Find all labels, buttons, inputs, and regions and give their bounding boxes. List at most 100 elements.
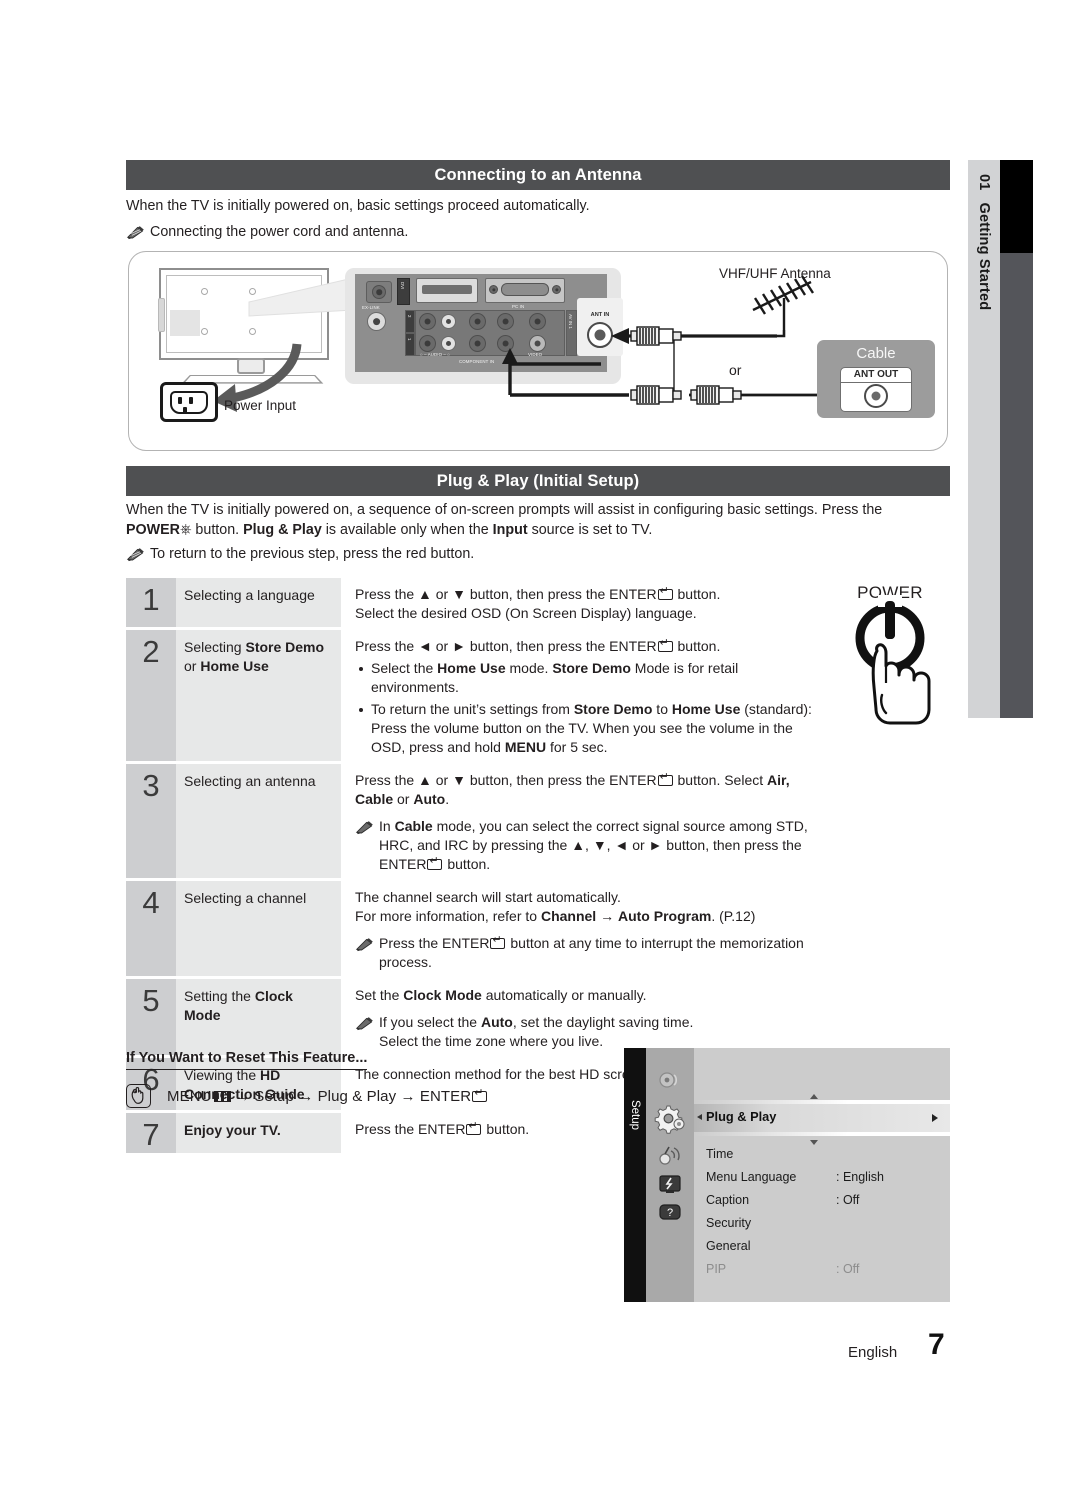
- osd-scroll-down-caret[interactable]: [810, 1140, 818, 1145]
- osd-item-general[interactable]: General: [706, 1239, 750, 1253]
- step-bullet: To return the unit’s settings from Store…: [355, 700, 826, 757]
- side-tab-number: 01: [976, 174, 992, 191]
- step-note: If you select the Auto, set the daylight…: [355, 1013, 826, 1051]
- or-label: or: [729, 362, 742, 378]
- component-pb-jack-2: [497, 313, 514, 330]
- footer-language: English: [848, 1344, 898, 1361]
- step-description: Press the ◄ or ► button, then press the …: [341, 630, 826, 761]
- osd-help-icon: ?: [659, 1204, 681, 1220]
- pc-in-screw-right: [552, 285, 561, 294]
- step-bullet: Select the Home Use mode. Store Demo Mod…: [355, 659, 826, 697]
- enter-key-icon: [657, 772, 673, 786]
- pencil-note-icon: [355, 821, 373, 835]
- antenna-note: Connecting the power cord and antenna.: [126, 222, 946, 242]
- osd-setup-gear-icon: [654, 1105, 685, 1134]
- video-label: VIDEO: [528, 352, 543, 357]
- step-description: Press the ▲ or ▼ button, then press the …: [341, 578, 826, 627]
- osd-item-time[interactable]: Time: [706, 1147, 733, 1161]
- audio-label: ○ – AUDIO – ○: [420, 352, 451, 357]
- antenna-intro-text: When the TV is initially powered on, bas…: [126, 198, 590, 214]
- osd-scroll-up-caret[interactable]: [810, 1094, 818, 1099]
- enter-key-icon: [427, 856, 443, 870]
- step-row: 2 Selecting Store Demo or Home Use Press…: [126, 630, 826, 761]
- osd-item-caption[interactable]: Caption: [706, 1193, 749, 1207]
- osd-item-security[interactable]: Security: [706, 1216, 751, 1230]
- section-header-antenna: Connecting to an Antenna: [126, 160, 950, 190]
- pencil-note-icon: [355, 938, 373, 952]
- reset-menu-path: MENU → Setup → Plug & Play → ENTER: [126, 1084, 488, 1108]
- side-tab-label: 01 Getting Started: [968, 160, 1000, 718]
- step-description: Set the Clock Mode automatically or manu…: [341, 979, 826, 1055]
- plugplay-note-text: To return to the previous step, press th…: [150, 546, 475, 562]
- note-text: If you select the Auto, set the daylight…: [379, 1014, 694, 1049]
- osd-value-caption: : Off: [836, 1193, 860, 1207]
- enter-key-icon: [657, 638, 673, 652]
- enter-key-icon: [657, 586, 673, 600]
- antenna-connection-diagram: Power Input EX-LINK DVI PC IN 2 1 ○ – AU…: [128, 251, 948, 451]
- step-note: In Cable mode, you can select the correc…: [355, 817, 826, 874]
- plugplay-intro-a: When the TV is initially powered on, a s…: [126, 502, 883, 518]
- ex-link-label: EX-LINK: [362, 305, 380, 310]
- antenna-note-text: Connecting the power cord and antenna.: [150, 224, 409, 240]
- osd-icon-column: ?: [646, 1048, 694, 1302]
- side-tab: 01 Getting Started: [968, 160, 1033, 718]
- power-keyword: POWER: [126, 522, 181, 538]
- menu-key-icon: [213, 1090, 231, 1102]
- pc-in-label: PC IN: [512, 304, 525, 309]
- component-y-jack-1: [469, 335, 486, 352]
- coax-connector-bottom-right: [690, 385, 742, 405]
- step-description: Press the ▲ or ▼ button, then press the …: [341, 764, 826, 878]
- osd-sound-icon: [659, 1072, 678, 1088]
- osd-item-menu-language[interactable]: Menu Language: [706, 1170, 796, 1184]
- osd-item-plug-and-play[interactable]: Plug & Play: [706, 1109, 776, 1124]
- step-title: Selecting a channel: [176, 881, 341, 976]
- ant-in-jack: [587, 322, 613, 348]
- enter-key-icon: [466, 1121, 482, 1135]
- svg-text:?: ?: [667, 1207, 673, 1219]
- input-keyword: Input: [492, 522, 528, 538]
- pencil-note-icon: [126, 226, 144, 240]
- av-row-2-label: 2: [407, 315, 412, 318]
- service-jack: [367, 312, 386, 331]
- osd-value-pip: : Off: [836, 1262, 860, 1276]
- osd-menu-screenshot: Setup ? Plug & Play Time Menu Language:…: [624, 1048, 950, 1302]
- step-title: Selecting a language: [176, 578, 341, 627]
- side-tab-text: Getting Started: [976, 202, 992, 311]
- component-y-jack-2: [469, 313, 486, 330]
- power-input-socket-icon: [160, 382, 218, 422]
- plugplay-intro-d: source is set to TV.: [527, 522, 653, 538]
- osd-right-arrow-icon[interactable]: [932, 1114, 938, 1122]
- step-line: The channel search will start automatica…: [355, 889, 621, 905]
- tv-rear-illustration: [158, 268, 329, 360]
- plugplay-intro-text: When the TV is initially powered on, a s…: [126, 500, 936, 540]
- dvi-label: DVI: [400, 282, 405, 290]
- yagi-antenna-icon: [752, 275, 815, 330]
- audio-r-jack-1: [441, 336, 456, 351]
- enter-key-icon: [490, 935, 506, 949]
- reset-feature-title: If You Want to Reset This Feature...: [126, 1050, 368, 1070]
- av-row-1-label: 1: [407, 338, 412, 341]
- plugplay-note: To return to the previous step, press th…: [126, 544, 946, 564]
- step-number: 5: [126, 979, 176, 1055]
- vhf-uhf-antenna-label: VHF/UHF Antenna: [719, 266, 831, 281]
- component-in-label: COMPONENT IN: [459, 359, 495, 364]
- power-symbol-with-hand-icon: [855, 595, 931, 725]
- av-row-2-tab: [405, 310, 415, 333]
- osd-highlight-glow-bottom: [694, 1132, 950, 1136]
- plugplay-keyword: Plug & Play: [243, 522, 322, 538]
- step-title: Selecting an antenna: [176, 764, 341, 878]
- step-title: Selecting Store Demo or Home Use: [176, 630, 341, 761]
- step-line: Set the Clock Mode automatically or manu…: [355, 987, 647, 1003]
- ant-out-label: ANT OUT: [853, 369, 899, 380]
- ant-out-jack: [864, 384, 888, 408]
- reset-path-text: MENU → Setup → Plug & Play → ENTER: [167, 1088, 488, 1105]
- bullet-dot: [359, 667, 363, 671]
- osd-broadcast-icon: [659, 1146, 680, 1165]
- osd-screen-icon: [659, 1175, 681, 1193]
- step-line: Select the desired OSD (On Screen Displa…: [355, 605, 697, 621]
- av-row-1-tab: [405, 333, 415, 356]
- step-row: 1 Selecting a language Press the ▲ or ▼ …: [126, 578, 826, 627]
- pencil-note-icon: [355, 1017, 373, 1031]
- step-description: The channel search will start automatica…: [341, 881, 826, 976]
- step-note: Press the ENTER button at any time to in…: [355, 934, 826, 972]
